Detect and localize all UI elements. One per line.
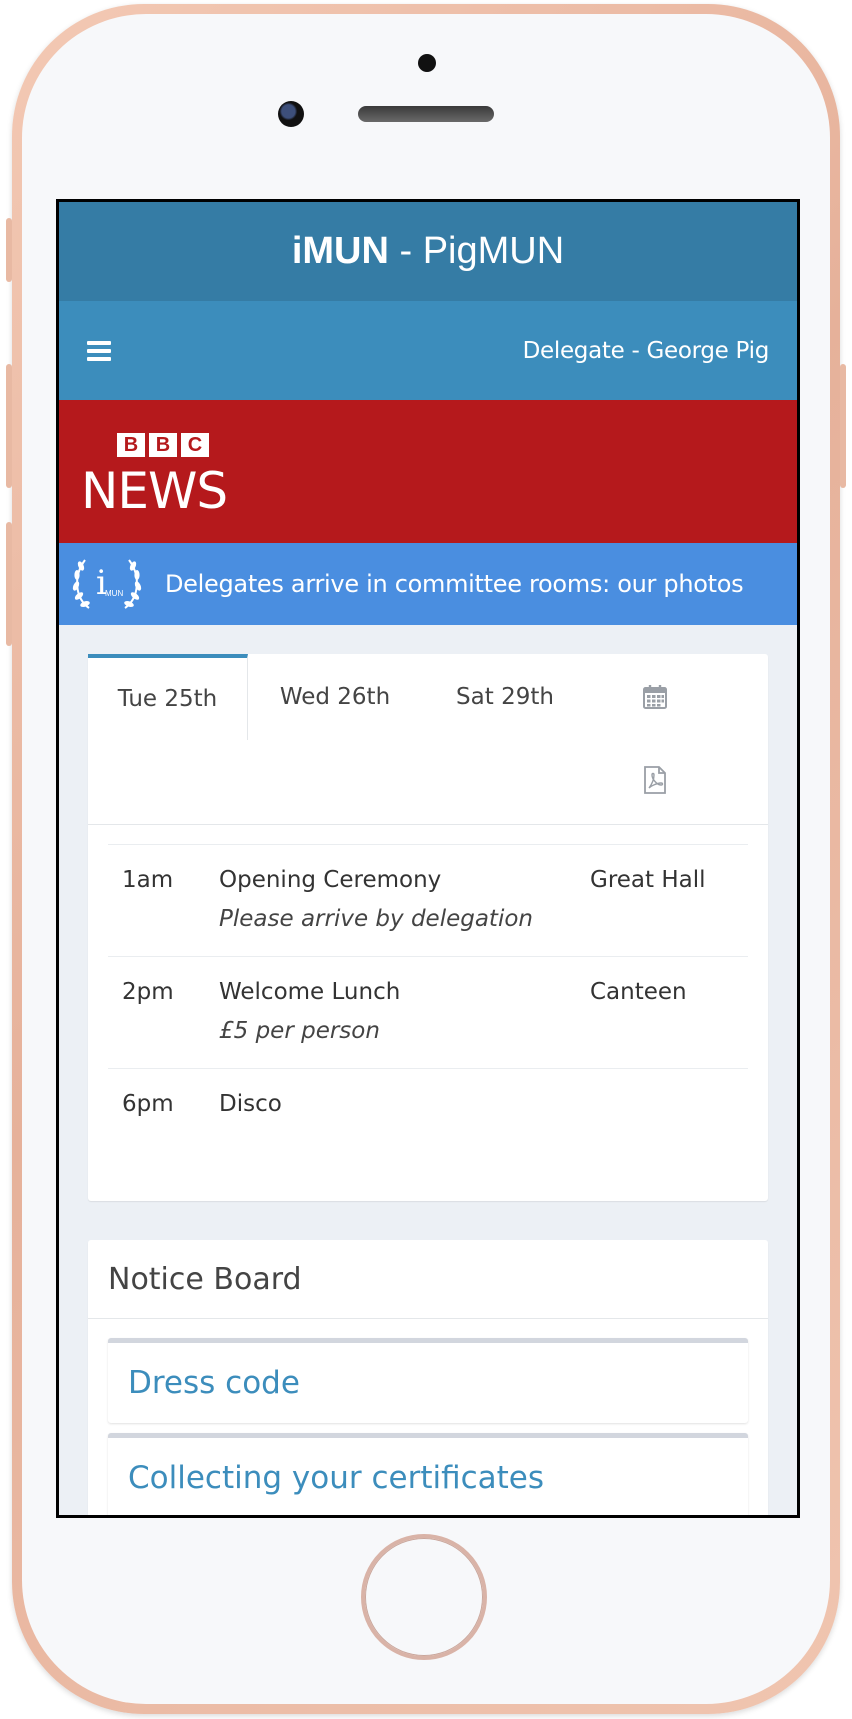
event-title: Welcome Lunch: [219, 979, 401, 1005]
day-tabs: Tue 25th Wed 26th Sat 29th: [88, 654, 768, 825]
table-row[interactable]: 6pm Disco: [108, 1068, 748, 1180]
app-title-bold: iMUN: [291, 230, 389, 272]
app-title-rest: - PigMUN: [388, 230, 565, 272]
pdf-file-icon[interactable]: [640, 765, 670, 795]
table-row[interactable]: 1am Opening Ceremony Please arrive by de…: [108, 844, 748, 956]
app-title-bar: iMUN - PigMUN: [59, 202, 797, 301]
event-time: 6pm: [122, 1091, 174, 1117]
home-button[interactable]: [361, 1534, 487, 1660]
table-row[interactable]: 2pm Welcome Lunch £5 per person Canteen: [108, 956, 748, 1068]
power-button: [840, 364, 846, 488]
event-table: 1am Opening Ceremony Please arrive by de…: [108, 844, 748, 1180]
event-location: Canteen: [590, 979, 687, 1005]
event-note: Please arrive by delegation: [219, 906, 533, 932]
logo-subtext: MUN: [105, 589, 123, 598]
navbar: Delegate - George Pig: [59, 301, 797, 400]
event-time: 1am: [122, 867, 174, 893]
bbc-letter: B: [117, 433, 145, 457]
volume-down-button: [6, 522, 12, 646]
volume-up-button: [6, 364, 12, 488]
event-title: Disco: [219, 1091, 282, 1117]
event-location: Great Hall: [590, 867, 706, 893]
proximity-sensor: [418, 54, 436, 72]
schedule-box: Tue 25th Wed 26th Sat 29th 1am Opening C…: [88, 654, 768, 1201]
notice-board: Notice Board Dress code Collecting your …: [88, 1240, 768, 1515]
bbc-logo: B B C: [117, 433, 209, 457]
imun-laurel-logo-icon: i MUN: [72, 559, 142, 609]
mute-switch: [6, 218, 12, 282]
bbc-letter: C: [181, 433, 209, 457]
event-note: £5 per person: [219, 1018, 380, 1044]
news-ticker[interactable]: i MUN Delegates arrive in committee room…: [59, 543, 797, 625]
event-title: Opening Ceremony: [219, 867, 442, 893]
notice-item-certificates[interactable]: Collecting your certificates: [108, 1433, 748, 1515]
ticker-headline[interactable]: Delegates arrive in committee rooms: our…: [165, 570, 744, 598]
bbc-letter: B: [149, 433, 177, 457]
tab-wed-26th[interactable]: Wed 26th: [248, 654, 422, 740]
front-camera: [278, 101, 304, 127]
notice-item-dress-code[interactable]: Dress code: [108, 1338, 748, 1423]
notice-board-heading: Notice Board: [88, 1240, 768, 1319]
calendar-icon[interactable]: [640, 682, 670, 712]
screen: iMUN - PigMUN Delegate - George Pig B B …: [56, 199, 800, 1518]
event-time: 2pm: [122, 979, 174, 1005]
news-word: NEWS: [81, 462, 228, 520]
tab-tue-25th[interactable]: Tue 25th: [88, 654, 248, 740]
tab-sat-29th[interactable]: Sat 29th: [422, 654, 588, 740]
bbc-news-banner[interactable]: B B C NEWS: [59, 400, 797, 543]
earpiece-speaker: [358, 106, 494, 122]
user-label[interactable]: Delegate - George Pig: [523, 338, 770, 364]
hamburger-menu-icon[interactable]: [87, 340, 111, 361]
